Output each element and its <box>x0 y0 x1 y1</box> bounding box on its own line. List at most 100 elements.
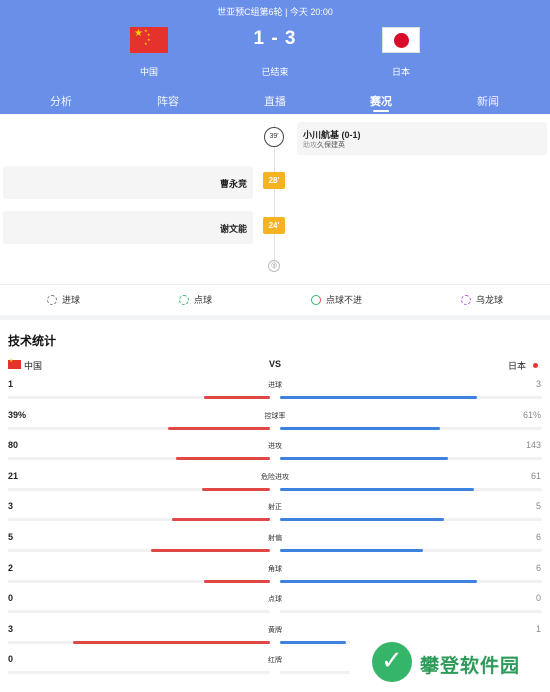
stat-away-track <box>280 487 542 491</box>
home-team-name[interactable]: 中国 <box>109 65 189 78</box>
stat-home-value: 2 <box>8 562 14 573</box>
kickoff-whistle-icon: ◎ <box>268 260 280 272</box>
stat-away-value: 61 <box>530 470 541 481</box>
stat-home-value: 39% <box>8 409 27 420</box>
stat-label: 射偏 <box>268 535 282 542</box>
stat-away-value: 143 <box>525 440 541 451</box>
stat-home-track <box>8 549 270 552</box>
checkmark-logo-icon <box>372 642 412 682</box>
stat-home-value: 21 <box>8 470 19 481</box>
stat-label: 黄牌 <box>268 626 282 634</box>
tab-match-events[interactable]: 赛况 <box>351 93 411 112</box>
stat-label: 红牌 <box>268 657 282 665</box>
stats-title: 技术统计 <box>8 334 57 348</box>
assist-player: 久保建英 <box>317 142 345 149</box>
stat-home-value: 1 <box>8 379 14 389</box>
stat-home-track <box>8 487 270 491</box>
stat-away-track <box>280 610 542 614</box>
stat-away-track <box>280 549 542 552</box>
away-team-name[interactable]: 日本 <box>361 65 441 78</box>
stat-home-value: 0 <box>8 654 14 665</box>
stat-away-track <box>280 579 542 583</box>
stat-away-bar <box>280 487 474 491</box>
watermark-text: 攀登软件园 <box>420 656 521 677</box>
stat-label: 控球率 <box>264 412 286 420</box>
tab-analysis[interactable]: 分析 <box>31 93 91 109</box>
stat-home-value: 0 <box>8 593 14 604</box>
stat-away-value: 3 <box>535 379 541 389</box>
match-tabs: 分析 阵容 直播 赛况 新闻 <box>0 93 550 112</box>
goal-icon <box>47 295 57 305</box>
stat-home-bar <box>204 396 270 399</box>
stat-home-track <box>8 457 270 461</box>
assist-label: 助攻 <box>303 142 317 149</box>
stat-row: 2 角球 6 <box>0 561 550 592</box>
stat-row: 39% 控球率 61% <box>0 408 550 439</box>
section-divider <box>0 315 550 320</box>
legend-penalty-miss: 点球不进 <box>311 293 362 306</box>
card-event-card[interactable]: 谢文能 <box>3 211 253 244</box>
stat-away-track <box>280 396 542 399</box>
stat-home-track <box>8 518 270 522</box>
stat-away-bar <box>280 549 423 552</box>
stat-away-value: 61% <box>522 409 541 420</box>
stat-row: 1 进球 3 <box>0 377 550 408</box>
stat-home-value: 80 <box>8 440 19 451</box>
legend-goal: 进球 <box>47 293 80 306</box>
legend-label: 点球不进 <box>326 295 363 305</box>
stats-home-team: 中国 <box>24 361 43 371</box>
stat-label: 进攻 <box>268 443 282 451</box>
stat-away-bar <box>280 457 448 461</box>
stat-home-bar <box>172 518 270 522</box>
stat-home-track <box>8 426 270 430</box>
stat-row: 0 点球 0 <box>0 591 550 622</box>
stat-label: 角球 <box>268 565 282 573</box>
stat-home-bar <box>168 426 270 430</box>
stat-label: 危险进攻 <box>261 473 289 481</box>
legend-label: 点球 <box>194 295 213 305</box>
stat-home-bar <box>204 579 270 583</box>
site-watermark: 攀登软件园 <box>350 633 550 692</box>
stat-away-value: 0 <box>535 593 541 604</box>
own-goal-icon <box>461 295 471 305</box>
stat-away-bar <box>280 396 477 399</box>
stat-away-bar <box>280 426 440 430</box>
stat-home-value: 3 <box>8 623 14 634</box>
stat-label: 点球 <box>268 596 282 604</box>
yellow-card-icon: 24' <box>263 217 285 234</box>
stat-away-value: 5 <box>535 501 541 512</box>
match-header: 世亚预C组第6轮 | 今天 20:00 ★ ★ ★ ★ ★ 1 - 3 中国 已结束 日… <box>0 0 550 114</box>
stat-row: 3 射正 5 <box>0 499 550 530</box>
stat-home-track <box>8 640 270 644</box>
stat-away-track <box>280 457 542 461</box>
stat-away-value: 6 <box>535 562 541 573</box>
stat-away-bar <box>280 640 346 644</box>
goal-icon: 39' <box>264 127 284 147</box>
tab-news[interactable]: 新闻 <box>458 93 518 109</box>
stat-away-track <box>280 518 542 522</box>
match-status: 已结束 <box>261 67 289 77</box>
japan-flag-icon <box>533 363 538 368</box>
stat-away-track <box>280 426 542 430</box>
stat-away-bar <box>280 579 477 583</box>
penalty-icon <box>179 295 189 305</box>
stat-row: 80 进攻 143 <box>0 438 550 469</box>
vs-label: VS <box>268 359 281 369</box>
match-info-title: 世亚预C组第6轮 | 今天 20:00 <box>217 7 333 17</box>
goal-assist: 助攻久保建英 <box>303 140 345 150</box>
stat-label: 进球 <box>268 382 282 389</box>
goal-event-card[interactable]: 小川航基 (0-1) 助攻久保建英 <box>297 122 547 155</box>
stat-home-track <box>8 610 270 614</box>
stat-home-track <box>8 579 270 583</box>
stat-home-bar <box>176 457 270 461</box>
stat-away-value: 6 <box>535 532 541 542</box>
tab-lineup[interactable]: 阵容 <box>138 93 198 109</box>
stat-away-bar <box>280 518 444 522</box>
tab-live[interactable]: 直播 <box>245 93 305 109</box>
legend-label: 进球 <box>62 295 81 305</box>
card-player: 谢文能 <box>219 224 247 234</box>
penalty-miss-icon <box>311 295 321 305</box>
stats-teams-row: 中国 VS 日本 <box>0 358 550 372</box>
event-legend: 进球 点球 点球不进 乌龙球 <box>0 284 550 314</box>
card-event-card[interactable]: 曹永竞 <box>3 166 253 199</box>
